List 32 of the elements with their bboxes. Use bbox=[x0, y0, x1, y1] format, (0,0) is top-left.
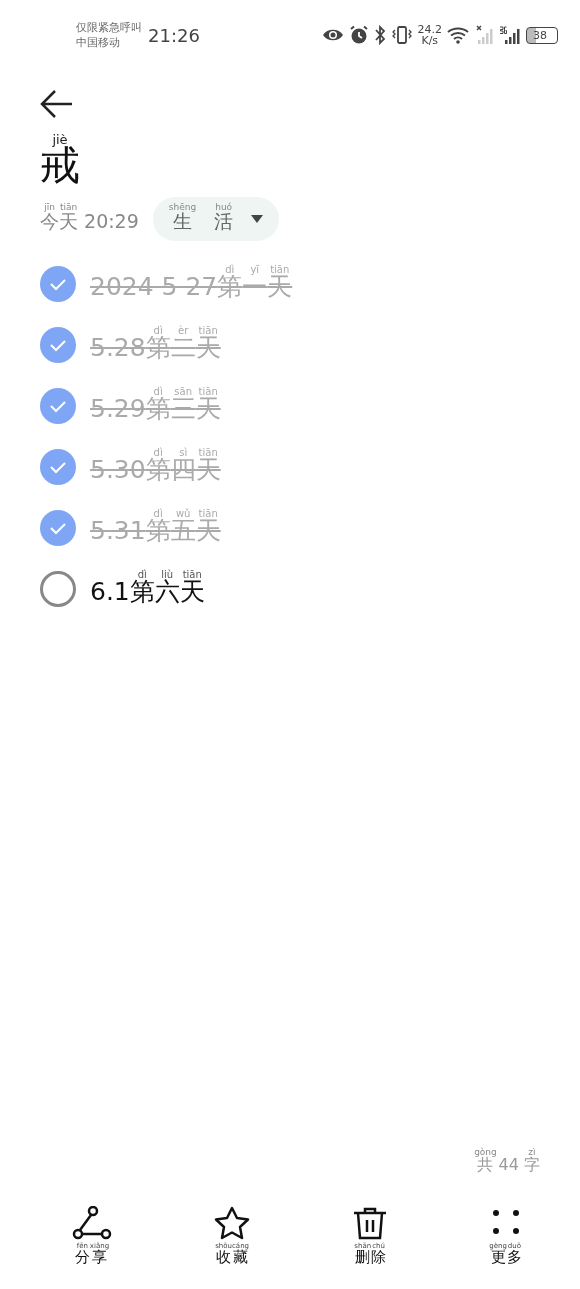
clock-time: 21:26 bbox=[148, 24, 200, 46]
note-date: 今 jīn 天 tiān 20:29 bbox=[40, 203, 139, 234]
checked-checkbox[interactable] bbox=[40, 326, 76, 363]
back-arrow-icon bbox=[40, 89, 74, 119]
checked-checkbox[interactable] bbox=[40, 387, 76, 424]
carrier-text: 仅限紧急呼叫 中国移动 bbox=[76, 20, 142, 50]
star-icon bbox=[213, 1206, 252, 1240]
word-count: 共 gòng 44 字 zì bbox=[474, 1148, 540, 1176]
task-text: 5.31第 dì 五 wǔ 天 tiān bbox=[90, 508, 221, 547]
alarm-icon bbox=[348, 25, 369, 45]
vibrate-icon bbox=[390, 25, 413, 45]
share-icon bbox=[72, 1206, 112, 1240]
checked-checkbox[interactable] bbox=[40, 448, 76, 485]
checked-checkbox[interactable] bbox=[40, 509, 76, 546]
checked-checkbox[interactable] bbox=[40, 265, 76, 302]
no-signal-icon bbox=[476, 25, 494, 45]
task-text: 5.29第 dì 三 sān 天 tiān bbox=[90, 386, 221, 425]
task-text: 2024 5 27第 dì 一 yī 天 tiān bbox=[90, 264, 293, 303]
category-dropdown[interactable]: 生 shēng 活 huó bbox=[152, 197, 280, 241]
unchecked-checkbox[interactable] bbox=[40, 570, 76, 607]
wifi-icon bbox=[447, 26, 471, 44]
trash-icon bbox=[352, 1206, 389, 1240]
task-text: 5.28第 dì 二 èr 天 tiān bbox=[90, 325, 221, 364]
task-text: 6.1第 dì 六 liù 天 tiān bbox=[90, 569, 205, 608]
task-text: 5.30第 dì 四 sì 天 tiān bbox=[90, 447, 221, 486]
battery-indicator: 38 bbox=[526, 26, 558, 44]
network-speed: 24.2 K/s bbox=[417, 24, 442, 46]
note-title: 戒 jiè bbox=[40, 134, 80, 190]
bluetooth-icon bbox=[373, 25, 386, 45]
eye-icon bbox=[321, 28, 344, 42]
caret-icon bbox=[251, 215, 264, 223]
signal-icon bbox=[499, 25, 521, 45]
